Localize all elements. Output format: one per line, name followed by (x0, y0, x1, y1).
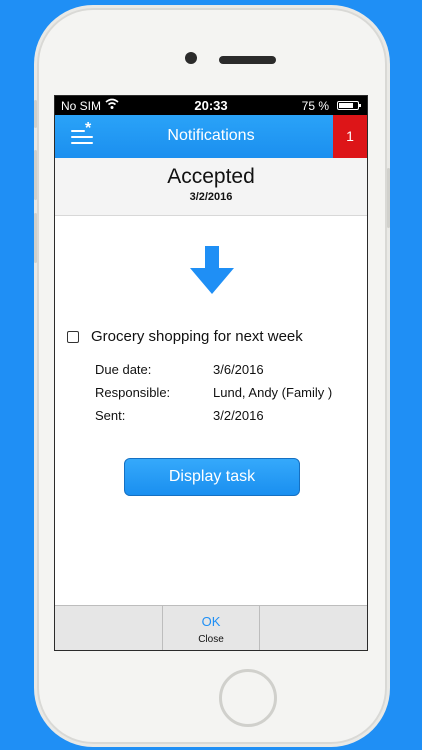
notification-count-badge[interactable]: 1 (333, 115, 367, 158)
sent-value: 3/2/2016 (213, 408, 264, 423)
responsible-value: Lund, Andy (Family ) (213, 385, 333, 400)
front-camera (185, 52, 197, 64)
responsible-label: Responsible: (95, 385, 171, 400)
battery-icon (337, 101, 361, 110)
task-checkbox[interactable] (67, 331, 79, 343)
bottom-action-bar: OK Close (55, 605, 367, 650)
bottom-segment-right (260, 606, 367, 650)
display-task-button[interactable]: Display task (124, 458, 300, 496)
due-date-value: 3/6/2016 (213, 362, 264, 377)
close-label: Close (198, 634, 224, 645)
home-button[interactable] (219, 669, 277, 727)
ok-close-button[interactable]: OK Close (163, 606, 260, 650)
task-title: Grocery shopping for next week (91, 328, 303, 345)
ok-label: OK (201, 614, 221, 629)
volume-down-button (34, 213, 37, 263)
earpiece-speaker (219, 56, 276, 64)
notification-date: 3/2/2016 (189, 191, 233, 203)
silent-switch (34, 100, 37, 128)
app-screen: No SIM 20:33 75 % * Notifications 1 Acce… (54, 95, 368, 651)
bottom-segment-left (55, 606, 163, 650)
notification-status: Accepted (167, 165, 255, 188)
status-bar: No SIM 20:33 75 % (55, 96, 367, 115)
battery-percent: 75 % (301, 99, 329, 113)
notification-header: Accepted 3/2/2016 (55, 158, 367, 216)
nav-bar: * Notifications 1 (55, 115, 367, 158)
down-arrow-icon (188, 246, 236, 296)
page-title: Notifications (167, 127, 255, 144)
power-button (387, 168, 390, 228)
due-date-label: Due date: (95, 362, 152, 377)
sent-label: Sent: (95, 408, 126, 423)
volume-up-button (34, 150, 37, 200)
